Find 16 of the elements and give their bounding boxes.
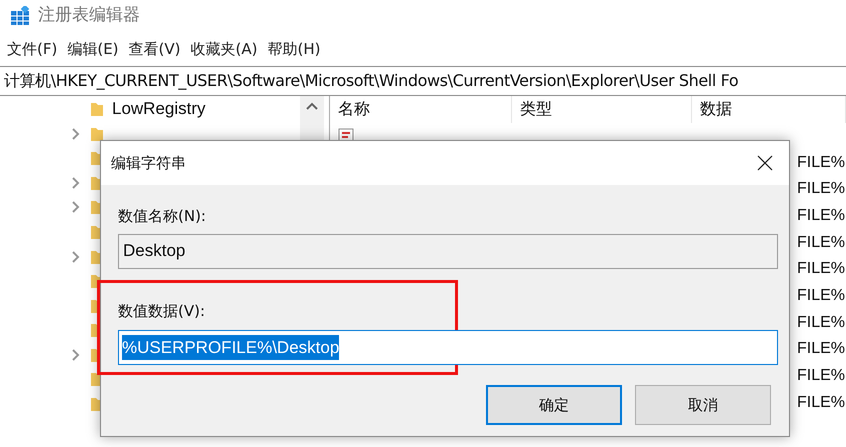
- value-data: FILE%: [796, 232, 846, 253]
- value-data: FILE%: [796, 312, 846, 333]
- value-data: FILE%: [796, 286, 846, 306]
- value-data: FILE%: [796, 152, 846, 173]
- field-label: 数值名称(N):: [118, 206, 207, 227]
- dialog-title: 编辑字符串: [111, 152, 186, 174]
- window-title: 注册表编辑器: [38, 4, 140, 28]
- tree-label: LowRegistry: [112, 98, 206, 120]
- value-data: FILE%: [796, 339, 846, 360]
- value-data: FILE%: [796, 179, 846, 200]
- value-data: FILE%: [796, 206, 846, 226]
- value-data: FILE%: [796, 392, 846, 413]
- field-label: 数值数据(V):: [118, 300, 206, 322]
- value-data: FILE%: [796, 259, 846, 280]
- value-data: FILE%: [796, 366, 846, 386]
- selected-text: %USERPROFILE%\Desktop: [122, 334, 340, 360]
